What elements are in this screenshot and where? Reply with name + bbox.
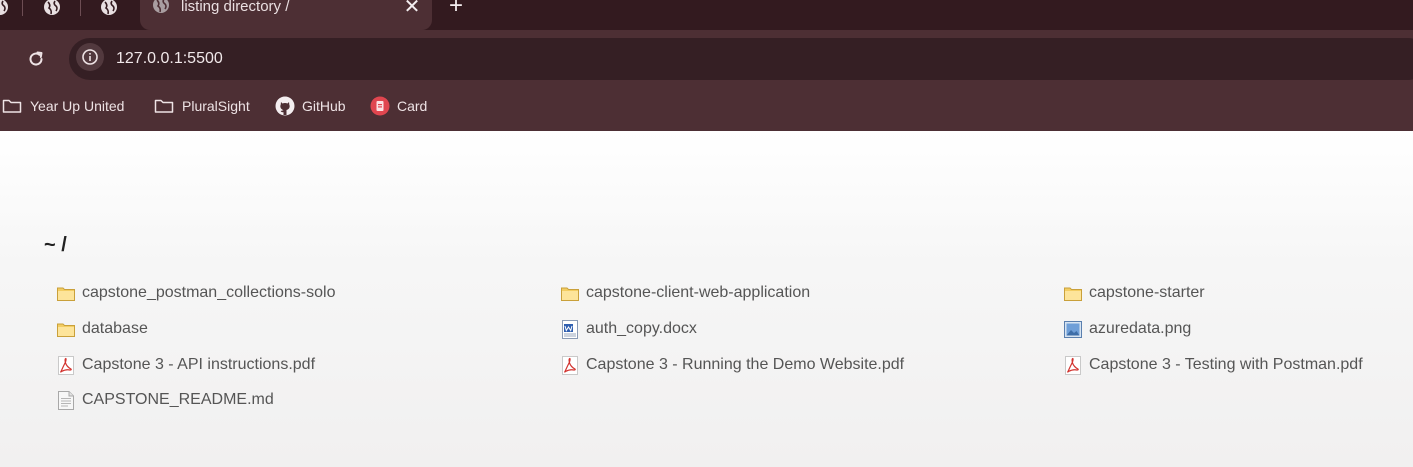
tab-globe-1[interactable] bbox=[41, 0, 63, 22]
image-icon bbox=[1064, 320, 1082, 338]
file-item-docx[interactable]: auth_copy.docx bbox=[560, 319, 697, 339]
tab-title: listing directory / bbox=[181, 0, 290, 15]
folder-icon bbox=[57, 287, 75, 301]
globe-icon bbox=[44, 0, 60, 15]
word-document-icon bbox=[562, 319, 578, 339]
globe-icon bbox=[0, 0, 8, 15]
file-name: capstone-starter bbox=[1089, 284, 1205, 301]
toolbar: 127.0.0.1:5500 bbox=[0, 30, 1413, 80]
bookmark-label: PluralSight bbox=[182, 98, 250, 114]
address-bar[interactable]: 127.0.0.1:5500 bbox=[69, 38, 1413, 80]
file-item-image[interactable]: azuredata.png bbox=[1063, 319, 1191, 339]
url-text[interactable]: 127.0.0.1:5500 bbox=[116, 50, 223, 68]
bookmark-card[interactable]: Card bbox=[370, 95, 427, 117]
file-name: capstone_postman_collections-solo bbox=[82, 284, 336, 301]
site-info-button[interactable] bbox=[76, 43, 104, 71]
file-item-folder[interactable]: capstone_postman_collections-solo bbox=[56, 283, 335, 303]
folder-icon bbox=[561, 287, 579, 301]
file-name: azuredata.png bbox=[1089, 320, 1192, 337]
file-item-pdf[interactable]: Capstone 3 - API instructions.pdf bbox=[56, 355, 315, 375]
new-tab-button[interactable]: + bbox=[444, 0, 468, 18]
file-item-folder[interactable]: capstone-starter bbox=[1063, 283, 1205, 303]
file-item-folder[interactable]: database bbox=[56, 319, 148, 339]
bookmark-label: GitHub bbox=[302, 98, 346, 114]
info-icon bbox=[82, 49, 98, 65]
folder-icon bbox=[2, 99, 22, 113]
reload-button[interactable] bbox=[24, 47, 48, 71]
close-icon[interactable]: ✕ bbox=[402, 0, 422, 17]
file-item-pdf[interactable]: Capstone 3 - Running the Demo Website.pd… bbox=[560, 355, 904, 375]
file-item-text[interactable]: CAPSTONE_README.md bbox=[56, 390, 274, 410]
reload-icon bbox=[29, 51, 43, 66]
file-name: database bbox=[82, 320, 148, 337]
github-icon bbox=[275, 96, 295, 116]
tab-globe-2[interactable] bbox=[98, 0, 120, 22]
text-file-icon bbox=[58, 390, 74, 410]
file-name: Capstone 3 - API instructions.pdf bbox=[82, 356, 316, 373]
directory-listing-page: ~ / capstone_postman_collections-solo ca… bbox=[0, 131, 1413, 467]
bookmark-year-up-united[interactable]: Year Up United bbox=[2, 95, 124, 117]
bookmark-pluralsight[interactable]: PluralSight bbox=[154, 95, 250, 117]
tab-separator bbox=[80, 0, 81, 16]
file-name: capstone-client-web-application bbox=[586, 284, 811, 301]
file-name: CAPSTONE_README.md bbox=[82, 391, 274, 408]
browser-window: listing directory / ✕ + 127.0.0.1:5500 Y… bbox=[0, 0, 1413, 467]
bookmark-github[interactable]: GitHub bbox=[275, 95, 346, 117]
folder-icon bbox=[1064, 287, 1082, 301]
tab-partial[interactable] bbox=[0, 0, 11, 22]
file-name: Capstone 3 - Running the Demo Website.pd… bbox=[586, 356, 905, 373]
globe-icon bbox=[153, 0, 169, 13]
bookmarks-bar: Year Up United PluralSight GitHub Card bbox=[0, 80, 1413, 131]
file-name: Capstone 3 - Testing with Postman.pdf bbox=[1089, 356, 1363, 373]
file-item-pdf[interactable]: Capstone 3 - Testing with Postman.pdf bbox=[1063, 355, 1363, 375]
tab-separator bbox=[22, 0, 23, 16]
pdf-icon bbox=[58, 355, 74, 375]
globe-icon bbox=[101, 0, 117, 15]
bookmark-label: Year Up United bbox=[30, 98, 125, 114]
page-title: ~ / bbox=[44, 234, 67, 256]
file-item-folder[interactable]: capstone-client-web-application bbox=[560, 283, 810, 303]
pdf-icon bbox=[562, 355, 578, 375]
bookmark-label: Card bbox=[397, 98, 428, 114]
tab-strip: listing directory / ✕ + bbox=[0, 0, 1413, 30]
folder-icon bbox=[57, 323, 75, 337]
card-icon bbox=[370, 96, 390, 116]
file-name: auth_copy.docx bbox=[586, 320, 697, 337]
tab-active[interactable]: listing directory / ✕ bbox=[140, 0, 432, 30]
pdf-icon bbox=[1065, 355, 1081, 375]
folder-icon bbox=[154, 99, 174, 113]
